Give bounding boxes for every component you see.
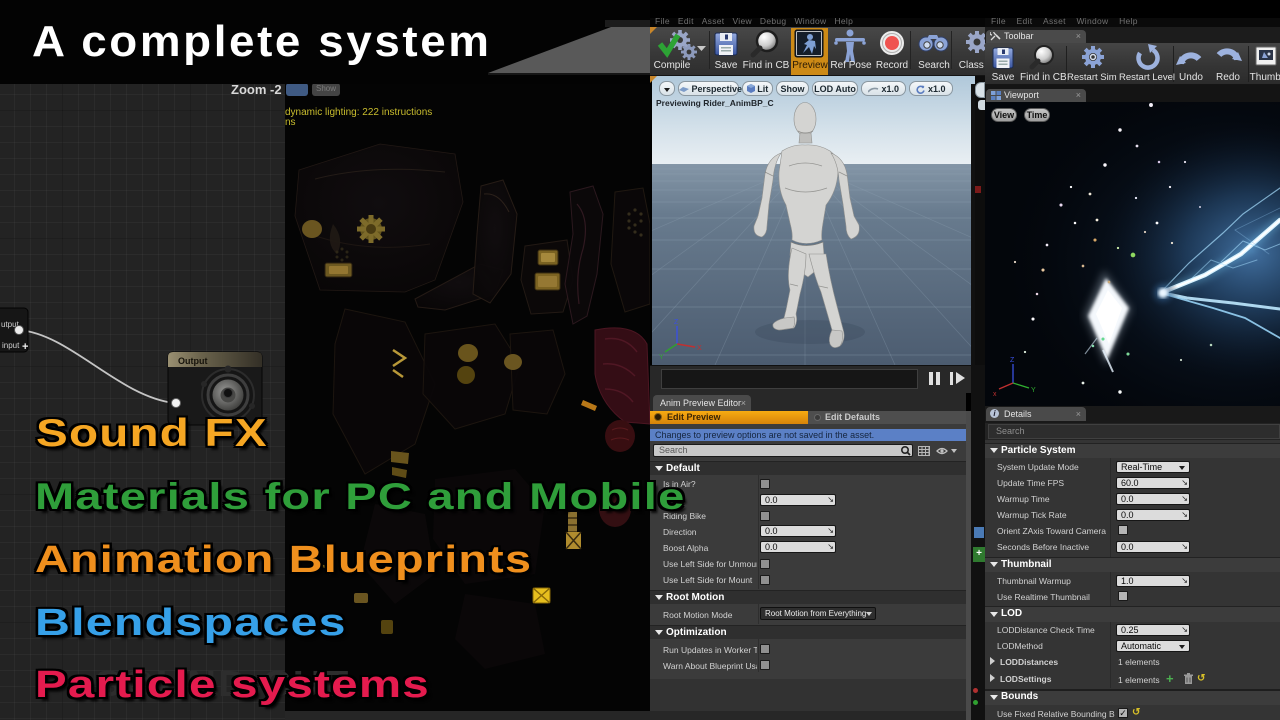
svg-text:Output: Output: [178, 356, 208, 366]
svg-text:X: X: [697, 345, 702, 352]
svg-text:+: +: [22, 341, 28, 353]
svg-text:Y: Y: [659, 354, 664, 361]
svg-text:input: input: [2, 341, 20, 350]
svg-text:Z: Z: [674, 319, 679, 326]
svg-text:Y: Y: [1031, 387, 1036, 394]
svg-text:x: x: [993, 391, 997, 398]
svg-text:Z: Z: [1010, 357, 1015, 364]
